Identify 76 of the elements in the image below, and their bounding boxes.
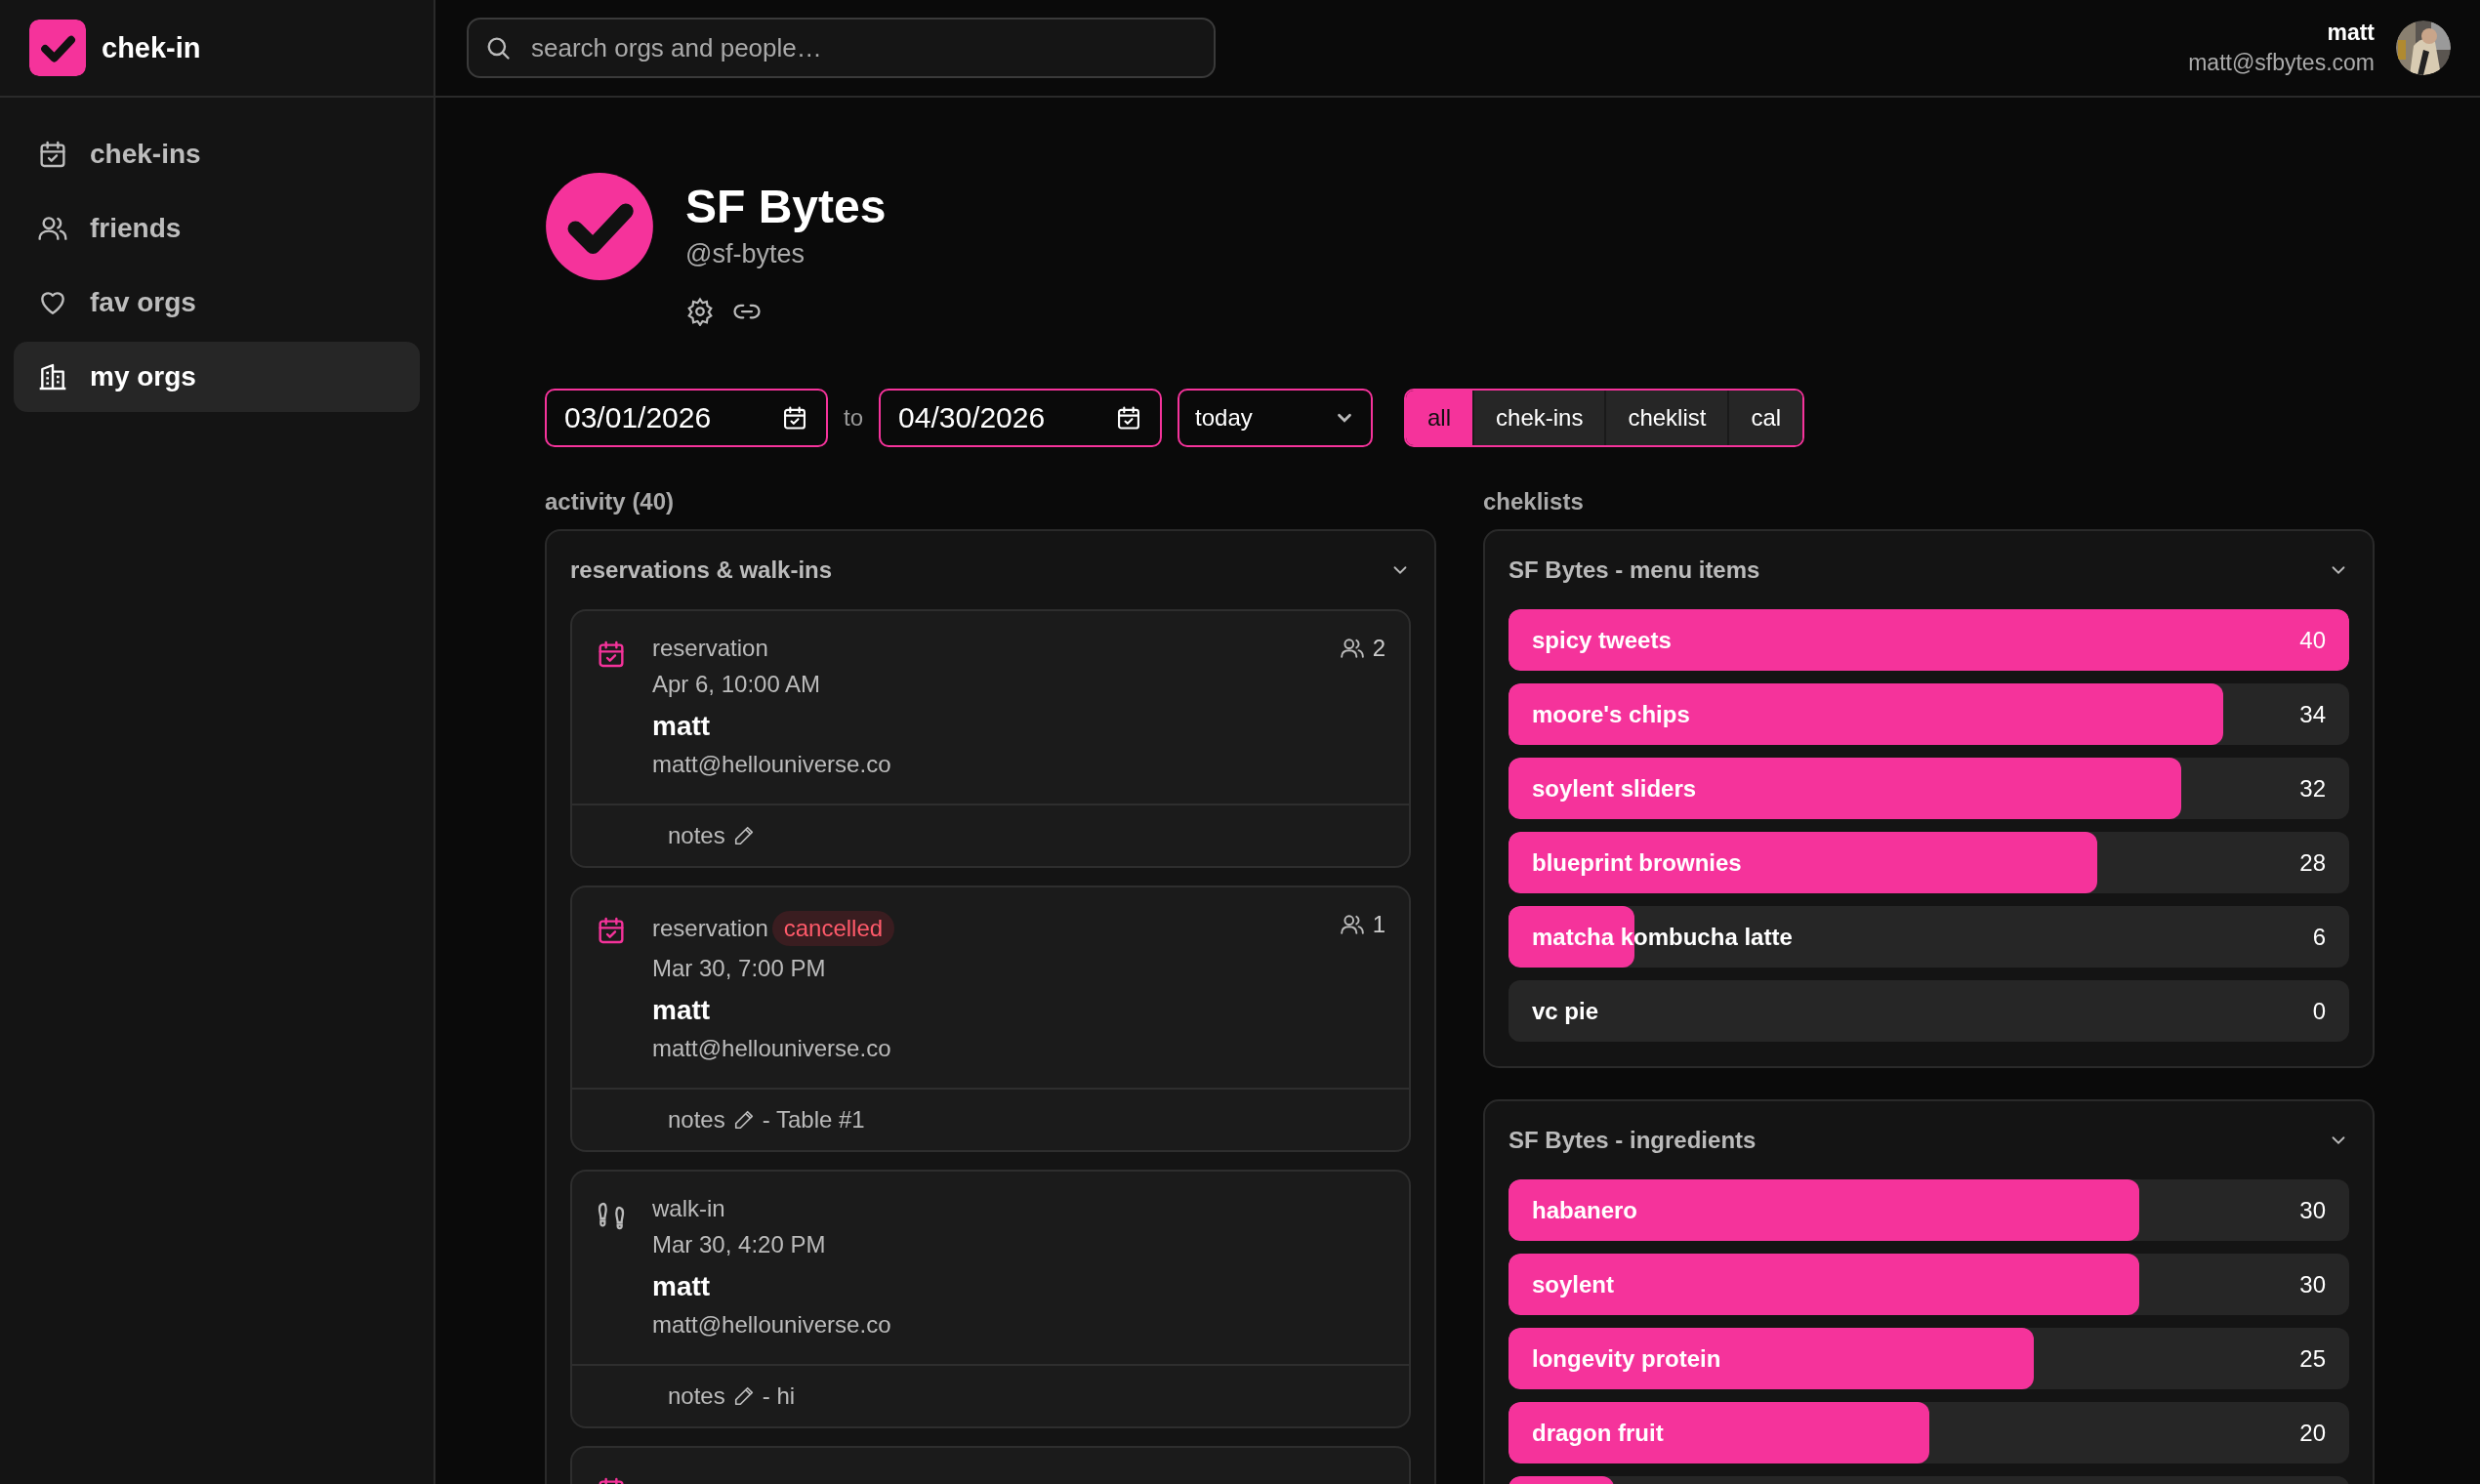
user-name: matt xyxy=(2327,20,2375,46)
item-label: dragon fruit xyxy=(1532,1418,1664,1448)
sidebar-item[interactable]: chek-ins xyxy=(14,119,420,189)
note-text: - Table #1 xyxy=(762,1106,865,1134)
user-email: matt@sfbytes.com xyxy=(2188,50,2375,76)
activity-date: Mar 30, 4:20 PM xyxy=(652,1231,827,1258)
item-label: blueprint brownies xyxy=(1532,847,1742,878)
pencil-icon[interactable] xyxy=(732,1385,755,1407)
logo-icon[interactable] xyxy=(29,20,86,76)
guest-email: matt@hellouniverse.co xyxy=(652,1311,892,1339)
activity-type: reservation xyxy=(652,915,768,942)
item-count: 20 xyxy=(2299,1418,2326,1448)
people-icon xyxy=(1339,636,1365,661)
party-size: 2 xyxy=(1372,635,1385,662)
item-count: 32 xyxy=(2299,773,2326,804)
sidebar-item[interactable]: friends xyxy=(14,193,420,264)
pencil-icon[interactable] xyxy=(732,825,755,846)
notes-label[interactable]: notes xyxy=(668,822,725,849)
filter-tab[interactable]: cheklist xyxy=(1606,391,1730,445)
calendar-icon xyxy=(37,139,68,170)
notes-label[interactable]: notes xyxy=(668,1382,725,1410)
activity-type: reservation xyxy=(652,635,768,662)
note-text: - hi xyxy=(762,1382,796,1410)
item-label: soylent sliders xyxy=(1532,773,1697,804)
section-title: activity (40) xyxy=(545,488,676,516)
range-separator: to xyxy=(844,404,863,432)
panel-title: SF Bytes - menu items xyxy=(1509,556,1760,584)
item-count: 0 xyxy=(2312,996,2326,1026)
org-handle: @sf-bytes xyxy=(685,239,806,269)
guest-email: matt@hellouniverse.co xyxy=(652,751,892,778)
filter-tab[interactable]: cal xyxy=(1729,391,1803,445)
filter-tab[interactable]: chek-ins xyxy=(1474,391,1607,445)
people-icon xyxy=(1339,912,1365,937)
search-field[interactable]: search orgs and people… xyxy=(467,18,1216,78)
status-badge: cancelled xyxy=(771,911,895,946)
sidebar-item[interactable]: fav orgs xyxy=(14,268,420,338)
item-label: soylent xyxy=(1532,1269,1615,1299)
item-count: 30 xyxy=(2299,1195,2326,1225)
activity-date: Mar 30, 7:00 PM xyxy=(652,955,827,982)
item-label: habanero xyxy=(1532,1195,1638,1225)
pencil-icon[interactable] xyxy=(732,1109,755,1131)
settings-icon[interactable] xyxy=(685,297,715,326)
activity-type: walk-in xyxy=(652,1195,725,1222)
activity-date: Apr 6, 10:00 AM xyxy=(652,671,822,698)
building-icon xyxy=(37,361,68,392)
calendar-icon xyxy=(596,639,627,670)
guest-email: matt@hellouniverse.co xyxy=(652,1035,892,1062)
guest-name: matt xyxy=(652,711,712,742)
date-preset-dropdown[interactable]: today xyxy=(1178,389,1373,447)
calendar-icon xyxy=(1115,404,1142,432)
section-title: cheklists xyxy=(1483,488,1585,516)
start-date-field[interactable]: 03/01/2026 xyxy=(545,389,828,447)
item-label: spicy tweets xyxy=(1532,625,1672,655)
panel-title: reservations & walk-ins xyxy=(570,556,833,584)
item-count: 34 xyxy=(2299,699,2326,729)
calendar-icon xyxy=(781,404,808,432)
item-count: 25 xyxy=(2299,1343,2326,1374)
sidebar-item[interactable]: my orgs xyxy=(14,342,420,412)
party-size: 1 xyxy=(1372,911,1385,938)
notes-label[interactable]: notes xyxy=(668,1106,725,1134)
panel-title: SF Bytes - ingredients xyxy=(1509,1127,1757,1154)
end-date-field[interactable]: 04/30/2026 xyxy=(879,389,1162,447)
calendar-icon xyxy=(596,915,627,946)
item-count: 6 xyxy=(2312,922,2326,952)
filter-tab[interactable]: all xyxy=(1406,391,1475,445)
item-label: vc pie xyxy=(1532,996,1599,1026)
item-count: 28 xyxy=(2299,847,2326,878)
org-name: SF Bytes xyxy=(685,180,887,233)
app-name: chek-in xyxy=(102,31,201,64)
item-label: longevity protein xyxy=(1532,1343,1721,1374)
guest-name: matt xyxy=(652,995,712,1026)
activity-card[interactable]: walk-in Mar 30, 4:20 PM matt matt@hellouniverse.co notes - hi xyxy=(570,1170,1411,1428)
guest-name: matt xyxy=(652,1271,712,1302)
item-label: moore's chips xyxy=(1532,699,1690,729)
item-count: 40 xyxy=(2299,625,2326,655)
item-count: 30 xyxy=(2299,1269,2326,1299)
